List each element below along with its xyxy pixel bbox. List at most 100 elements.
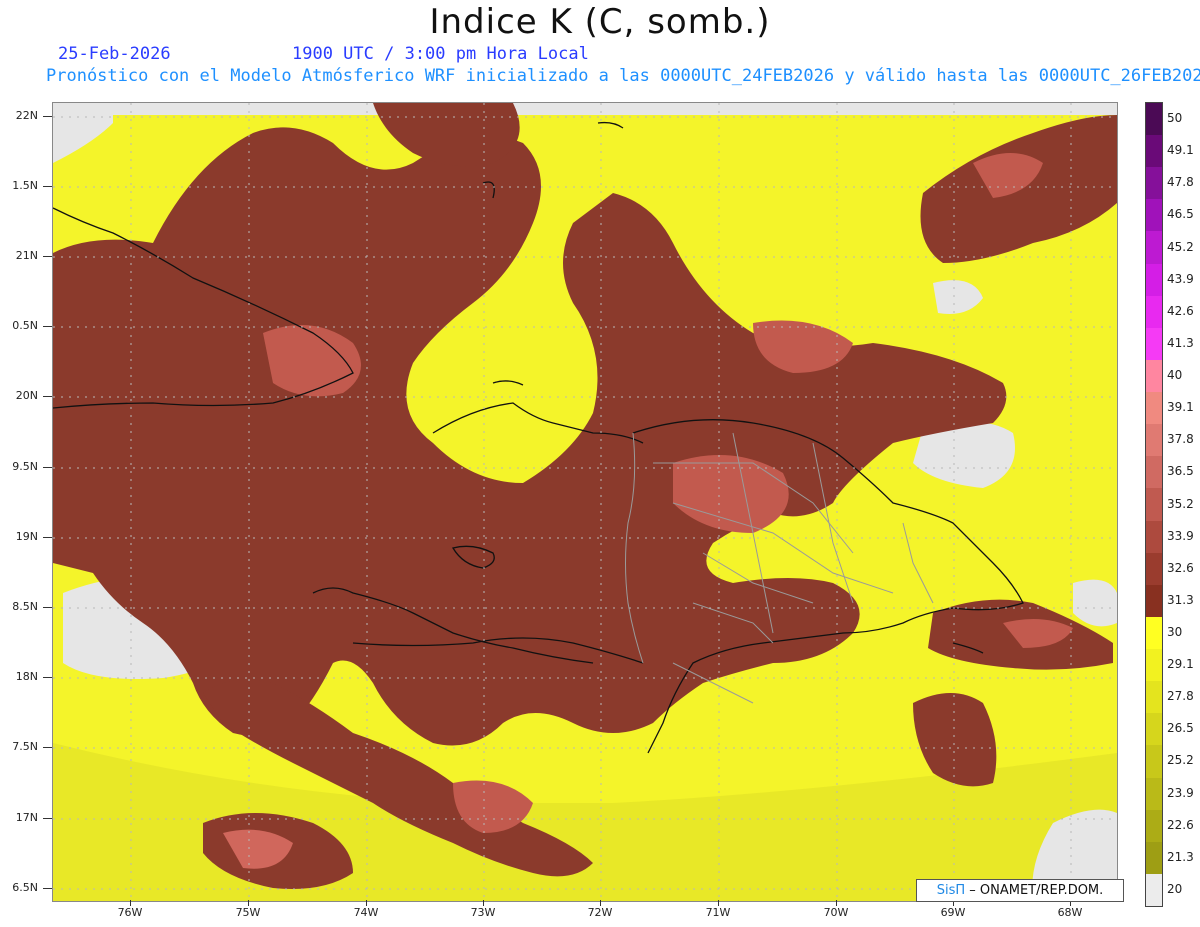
color-scale-label: 27.8 bbox=[1167, 689, 1194, 704]
color-scale-label: 31.3 bbox=[1167, 592, 1194, 607]
color-scale-label: 32.6 bbox=[1167, 560, 1194, 575]
lon-label-69w: 69W bbox=[940, 906, 966, 919]
lon-label-70w: 70W bbox=[823, 906, 849, 919]
lon-tick bbox=[366, 900, 367, 906]
color-scale-segment bbox=[1146, 584, 1162, 618]
color-scale-label: 46.5 bbox=[1167, 207, 1194, 222]
color-scale-segment bbox=[1146, 327, 1162, 361]
color-scale-segment bbox=[1146, 841, 1162, 875]
color-scale-label: 20 bbox=[1167, 881, 1183, 896]
lat-tick bbox=[43, 818, 52, 819]
lat-label-22n: 22N bbox=[15, 109, 38, 122]
lat-label-19n: 19N bbox=[15, 530, 38, 543]
color-scale-label: 49.1 bbox=[1167, 143, 1194, 158]
lat-tick bbox=[43, 747, 52, 748]
color-scale-segment bbox=[1146, 135, 1162, 168]
color-scale-segment bbox=[1146, 777, 1162, 811]
lon-tick bbox=[130, 900, 131, 906]
lat-tick bbox=[43, 888, 52, 889]
lon-label-76w: 76W bbox=[117, 906, 143, 919]
lat-tick bbox=[43, 186, 52, 187]
forecast-subtitle: Pronóstico con el Modelo Atmósferico WRF… bbox=[46, 66, 1200, 86]
lon-tick bbox=[836, 900, 837, 906]
lon-tick bbox=[600, 900, 601, 906]
color-scale-label: 37.8 bbox=[1167, 432, 1194, 447]
lat-tick bbox=[43, 467, 52, 468]
color-scale-label: 25.2 bbox=[1167, 753, 1194, 768]
forecast-time: 1900 UTC / 3:00 pm Hora Local bbox=[292, 44, 589, 64]
color-scale-segment bbox=[1146, 295, 1162, 329]
color-scale-segment bbox=[1146, 424, 1162, 457]
lat-label-17-5n: 7.5N bbox=[12, 740, 38, 753]
color-scale-label: 47.8 bbox=[1167, 175, 1194, 190]
lat-label-20n: 20N bbox=[15, 389, 38, 402]
lat-tick bbox=[43, 537, 52, 538]
lat-label-21n: 21N bbox=[15, 249, 38, 262]
color-scale-segment bbox=[1146, 199, 1162, 232]
lon-tick bbox=[483, 900, 484, 906]
color-scale-label: 50 bbox=[1167, 111, 1183, 126]
color-scale-bar bbox=[1145, 102, 1163, 907]
lat-label-16-5n: 6.5N bbox=[12, 881, 38, 894]
color-scale-segment bbox=[1146, 231, 1162, 265]
color-scale-label: 39.1 bbox=[1167, 400, 1194, 415]
lon-label-74w: 74W bbox=[353, 906, 379, 919]
color-scale-segment bbox=[1146, 745, 1162, 778]
color-scale-label: 35.2 bbox=[1167, 496, 1194, 511]
color-scale-label: 45.2 bbox=[1167, 239, 1194, 254]
color-scale-label: 26.5 bbox=[1167, 721, 1194, 736]
credit-text: – ONAMET/REP.DOM. bbox=[969, 883, 1104, 898]
lat-label-18n: 18N bbox=[15, 670, 38, 683]
map-area[interactable] bbox=[52, 102, 1118, 902]
color-scale-segment bbox=[1146, 713, 1162, 746]
color-scale-segment bbox=[1146, 488, 1162, 522]
lon-label-72w: 72W bbox=[587, 906, 613, 919]
color-scale-label: 42.6 bbox=[1167, 303, 1194, 318]
color-scale-label: 40 bbox=[1167, 368, 1183, 383]
lon-label-68w: 68W bbox=[1057, 906, 1083, 919]
color-scale-segment bbox=[1146, 359, 1162, 393]
color-scale-segment bbox=[1146, 392, 1162, 425]
lat-tick bbox=[43, 396, 52, 397]
color-scale-label: 21.3 bbox=[1167, 849, 1194, 864]
map-canvas bbox=[53, 103, 1117, 901]
color-scale-label: 29.1 bbox=[1167, 657, 1194, 672]
color-scale-segment bbox=[1146, 681, 1162, 714]
lat-label-18-5n: 8.5N bbox=[12, 600, 38, 613]
color-scale-label: 22.6 bbox=[1167, 817, 1194, 832]
sispi-logo: SisΠ bbox=[936, 883, 966, 898]
color-scale-segment bbox=[1146, 809, 1162, 843]
lat-label-19-5n: 9.5N bbox=[12, 460, 38, 473]
lat-label-20-5n: 0.5N bbox=[12, 319, 38, 332]
color-scale-segment bbox=[1146, 167, 1162, 200]
color-scale-segment bbox=[1146, 103, 1162, 136]
lon-label-71w: 71W bbox=[705, 906, 731, 919]
map-title: Indice K (C, somb.) bbox=[429, 2, 771, 42]
color-scale-segment bbox=[1146, 649, 1162, 682]
lon-tick bbox=[718, 900, 719, 906]
lon-label-75w: 75W bbox=[235, 906, 261, 919]
color-scale-segment bbox=[1146, 263, 1162, 297]
lat-tick bbox=[43, 677, 52, 678]
lon-label-73w: 73W bbox=[470, 906, 496, 919]
forecast-date: 25-Feb-2026 bbox=[58, 44, 171, 64]
color-scale-label: 41.3 bbox=[1167, 335, 1194, 350]
color-scale-segment bbox=[1146, 616, 1162, 650]
color-scale-segment bbox=[1146, 552, 1162, 586]
color-scale-label: 33.9 bbox=[1167, 528, 1194, 543]
lat-tick bbox=[43, 607, 52, 608]
lon-tick bbox=[248, 900, 249, 906]
lat-tick bbox=[43, 326, 52, 327]
lat-label-17n: 17N bbox=[15, 811, 38, 824]
color-scale-segment bbox=[1146, 456, 1162, 489]
lat-label-21-5n: 1.5N bbox=[12, 179, 38, 192]
color-scale-segment bbox=[1146, 520, 1162, 554]
credit-box: SisΠ – ONAMET/REP.DOM. bbox=[916, 879, 1124, 902]
color-scale-label: 43.9 bbox=[1167, 271, 1194, 286]
color-scale-label: 36.5 bbox=[1167, 464, 1194, 479]
color-scale-segment bbox=[1146, 873, 1162, 906]
color-scale-label: 23.9 bbox=[1167, 785, 1194, 800]
color-scale-label: 30 bbox=[1167, 624, 1183, 639]
lat-tick bbox=[43, 256, 52, 257]
lat-tick bbox=[43, 116, 52, 117]
